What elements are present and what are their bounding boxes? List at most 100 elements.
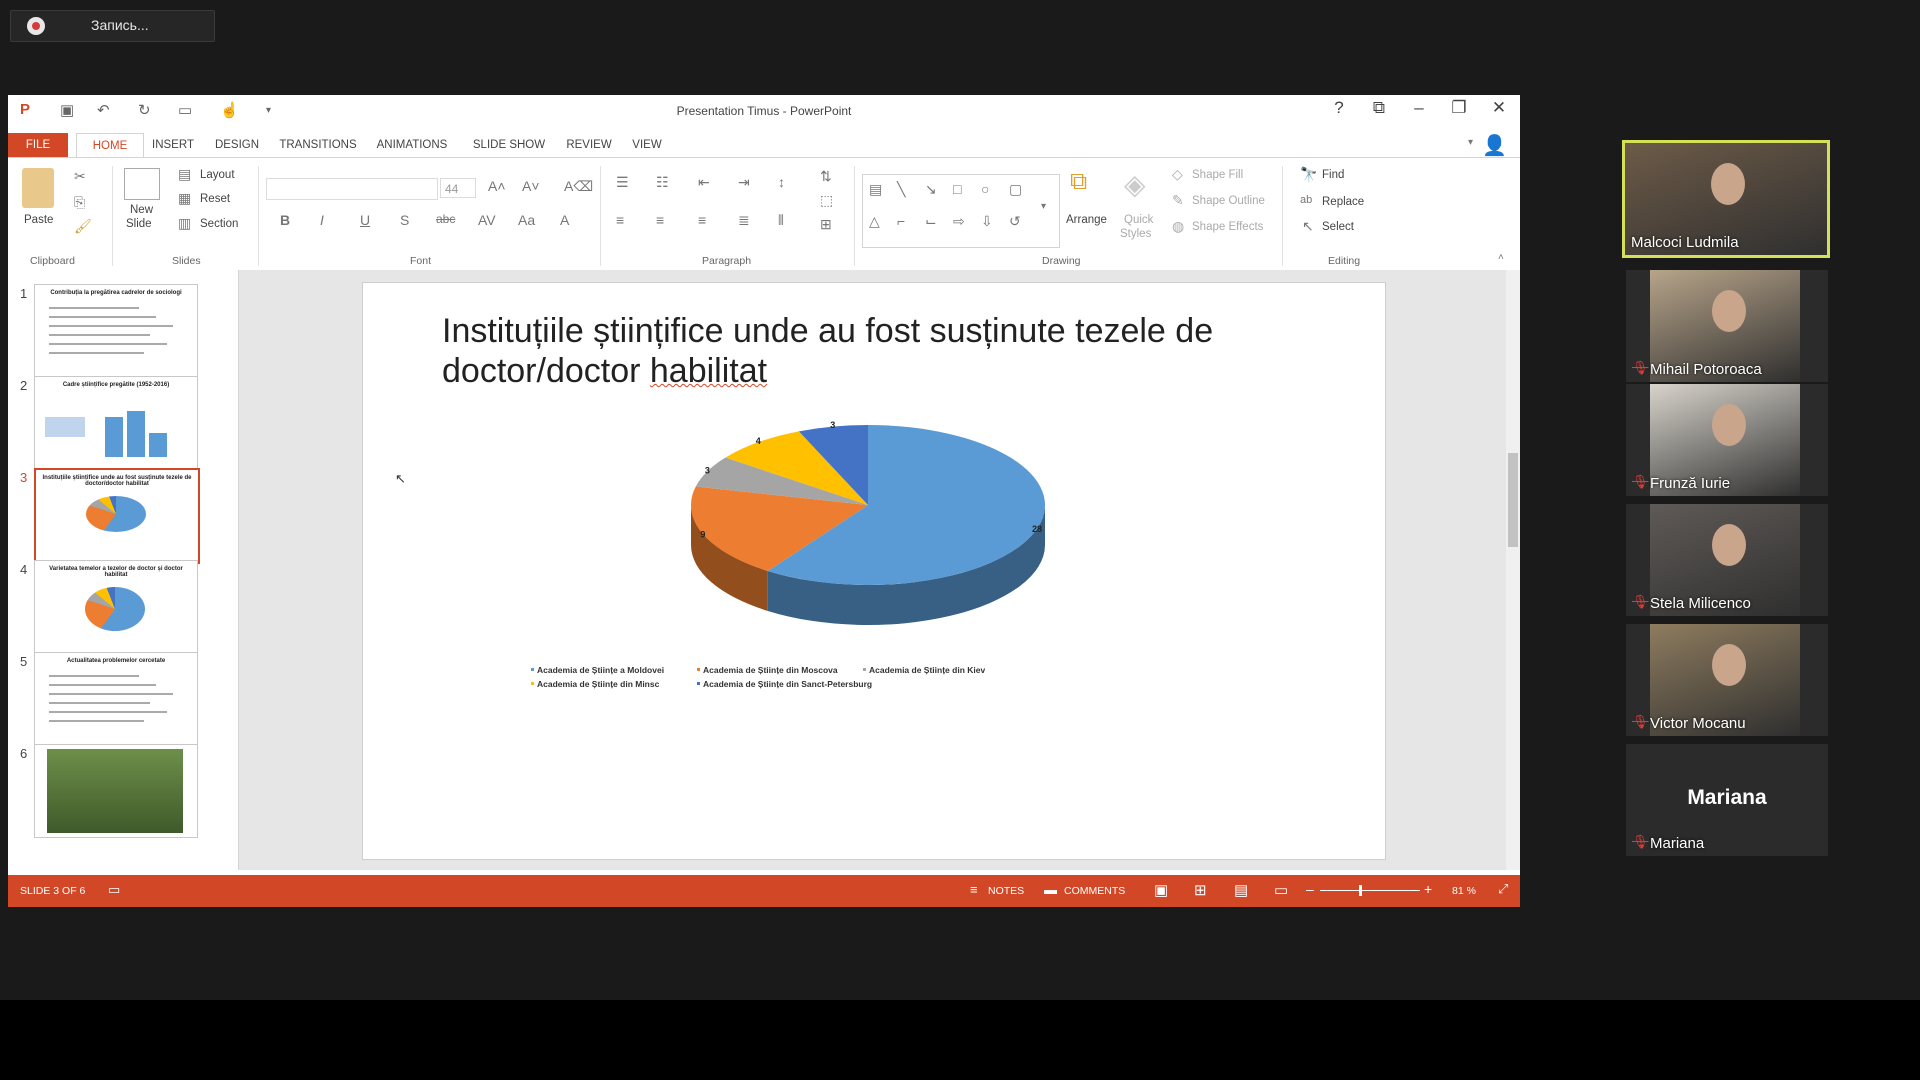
slide-thumbnail[interactable]: Varietatea temelor a tezelor de doctor ș… bbox=[34, 560, 198, 654]
new-slide-label-2[interactable]: Slide bbox=[126, 218, 152, 230]
shape-outline-icon[interactable]: ✎ bbox=[1172, 192, 1184, 209]
participant-tile[interactable]: Mariana 🎙 Mariana bbox=[1626, 744, 1828, 856]
slide-thumbnail[interactable]: Actualitatea problemelor cercetate bbox=[34, 652, 198, 746]
underline-icon[interactable]: U bbox=[360, 212, 370, 228]
columns-icon[interactable]: ⫴ bbox=[778, 212, 784, 229]
replace-button[interactable]: Replace bbox=[1322, 196, 1364, 208]
shape-effects-icon[interactable]: ◍ bbox=[1172, 218, 1184, 235]
layout-icon[interactable]: ▤ bbox=[178, 166, 191, 183]
recording-indicator[interactable]: Запись... bbox=[10, 10, 215, 42]
zoom-in-icon[interactable]: + bbox=[1424, 881, 1432, 897]
section-icon[interactable]: ▥ bbox=[178, 215, 191, 232]
increase-font-icon[interactable]: A˄ bbox=[488, 178, 506, 194]
slide-thumbnail[interactable]: Contribuția la pregătirea cadrelor de so… bbox=[34, 284, 198, 378]
shape-fill-button[interactable]: Shape Fill bbox=[1192, 169, 1243, 181]
help-icon[interactable]: ? bbox=[1324, 98, 1354, 118]
slide-sorter-icon[interactable]: ⊞ bbox=[1194, 881, 1207, 899]
clear-formatting-icon[interactable]: A⌫ bbox=[564, 178, 593, 195]
participant-tile[interactable]: 🎙 Frunză Iurie bbox=[1626, 384, 1828, 496]
slideshow-view-icon[interactable]: ▭ bbox=[1274, 881, 1288, 899]
align-text-icon[interactable]: ⬚ bbox=[820, 192, 833, 209]
participant-tile[interactable]: 🎙 Mihail Potoroaca bbox=[1626, 270, 1828, 382]
account-avatar-icon[interactable]: 👤 bbox=[1482, 133, 1507, 158]
more-shapes-icon[interactable]: ▾ bbox=[1041, 201, 1046, 212]
elbow-connector-shape-icon[interactable]: ⌙ bbox=[925, 213, 937, 230]
scrollbar-thumb[interactable] bbox=[1508, 453, 1518, 547]
tab-home[interactable]: HOME bbox=[76, 133, 144, 159]
comments-button[interactable]: COMMENTS bbox=[1064, 885, 1125, 897]
fit-to-window-icon[interactable]: ⤢ bbox=[1498, 881, 1508, 897]
quick-styles-label[interactable]: Quick bbox=[1124, 214, 1153, 226]
find-icon[interactable]: 🔭 bbox=[1300, 166, 1317, 183]
slide-thumbnail[interactable]: Cadre științifice pregătite (1952-2016) bbox=[34, 376, 198, 470]
ribbon-display-options-icon[interactable]: ⧉ bbox=[1364, 98, 1394, 118]
tab-insert[interactable]: INSERT bbox=[144, 133, 202, 157]
zoom-level[interactable]: 81 % bbox=[1452, 885, 1476, 897]
shape-effects-button[interactable]: Shape Effects bbox=[1192, 221, 1263, 233]
character-spacing-icon[interactable]: AV bbox=[478, 212, 496, 228]
decrease-indent-icon[interactable]: ⇤ bbox=[698, 174, 710, 191]
select-icon[interactable]: ↖ bbox=[1302, 218, 1314, 235]
notes-button[interactable]: NOTES bbox=[988, 885, 1024, 897]
right-arrow-shape-icon[interactable]: ⇨ bbox=[953, 213, 965, 230]
textbox-shape-icon[interactable]: ▤ bbox=[869, 181, 882, 198]
reading-view-icon[interactable]: ▤ bbox=[1234, 881, 1248, 899]
font-color-icon[interactable]: A bbox=[560, 212, 569, 228]
slide-canvas[interactable]: Instituțiile științifice unde au fost su… bbox=[362, 282, 1386, 860]
new-slide-icon[interactable] bbox=[124, 168, 160, 200]
triangle-shape-icon[interactable]: △ bbox=[869, 213, 880, 230]
section-button[interactable]: Section bbox=[200, 218, 238, 230]
arrow-line-shape-icon[interactable]: ↘ bbox=[925, 181, 937, 198]
restore-icon[interactable]: ❐ bbox=[1444, 98, 1474, 118]
reset-button[interactable]: Reset bbox=[200, 193, 230, 205]
normal-view-icon[interactable]: ▣ bbox=[1154, 881, 1168, 899]
shapes-gallery[interactable]: ▤ ╲ ↘ □ ○ ▢ △ ⌐ ⌙ ⇨ ⇩ ↺ ▾ bbox=[862, 174, 1060, 248]
replace-icon[interactable]: ab bbox=[1300, 194, 1312, 206]
arrange-button[interactable]: Arrange bbox=[1066, 214, 1107, 226]
connector-shape-icon[interactable]: ⌐ bbox=[897, 213, 905, 229]
align-left-icon[interactable]: ≡ bbox=[616, 212, 624, 228]
spelling-check-icon[interactable]: ▭ bbox=[108, 882, 120, 898]
participant-tile[interactable]: 🎙 Stela Milicenco bbox=[1626, 504, 1828, 616]
strikethrough-icon[interactable]: abc bbox=[436, 212, 455, 226]
select-button[interactable]: Select bbox=[1322, 221, 1354, 233]
tab-review[interactable]: REVIEW bbox=[560, 133, 618, 157]
zoom-slider[interactable] bbox=[1320, 890, 1420, 891]
tab-slide-show[interactable]: SLIDE SHOW bbox=[464, 133, 554, 157]
increase-indent-icon[interactable]: ⇥ bbox=[738, 174, 750, 191]
rounded-rectangle-shape-icon[interactable]: ▢ bbox=[1009, 181, 1022, 198]
quick-styles-label-2[interactable]: Styles bbox=[1120, 228, 1151, 240]
cut-icon[interactable]: ✂ bbox=[74, 168, 86, 185]
quick-styles-icon[interactable]: ◈ bbox=[1124, 168, 1146, 201]
align-right-icon[interactable]: ≡ bbox=[698, 212, 706, 228]
decrease-font-icon[interactable]: A˅ bbox=[522, 178, 540, 194]
bullets-icon[interactable]: ☰ bbox=[616, 174, 629, 191]
tab-file[interactable]: FILE bbox=[8, 133, 68, 157]
participant-tile[interactable]: Malcoci Ludmila bbox=[1622, 140, 1830, 258]
vertical-scrollbar[interactable] bbox=[1506, 270, 1520, 870]
ribbon-collapse-arrow-icon[interactable]: ▾ bbox=[1468, 137, 1473, 148]
minimize-icon[interactable]: – bbox=[1404, 98, 1434, 118]
reset-icon[interactable]: ▦ bbox=[178, 190, 191, 207]
find-button[interactable]: Find bbox=[1322, 169, 1344, 181]
slide-thumbnail[interactable] bbox=[34, 744, 198, 838]
tab-design[interactable]: DESIGN bbox=[206, 133, 268, 157]
text-direction-icon[interactable]: ⇅ bbox=[820, 168, 832, 185]
font-size-input[interactable]: 44 bbox=[440, 178, 476, 198]
rectangle-shape-icon[interactable]: □ bbox=[953, 181, 961, 197]
text-shadow-icon[interactable]: S bbox=[400, 212, 409, 228]
smartart-icon[interactable]: ⊞ bbox=[820, 216, 832, 233]
tab-transitions[interactable]: TRANSITIONS bbox=[272, 133, 364, 157]
slide-thumbnail-pane[interactable]: 1 Contribuția la pregătirea cadrelor de s… bbox=[8, 270, 239, 870]
collapse-ribbon-icon[interactable]: ˄ bbox=[1498, 252, 1504, 263]
slide-thumbnail[interactable]: Instituțiile științifice unde au fost su… bbox=[34, 468, 200, 564]
close-icon[interactable]: ✕ bbox=[1484, 98, 1514, 118]
italic-icon[interactable]: I bbox=[320, 212, 324, 228]
zoom-slider-handle[interactable] bbox=[1358, 885, 1362, 896]
layout-button[interactable]: Layout bbox=[200, 169, 235, 181]
new-slide-label[interactable]: New bbox=[130, 204, 153, 216]
arrange-icon[interactable]: ⧉ bbox=[1070, 168, 1087, 196]
numbering-icon[interactable]: ☷ bbox=[656, 174, 669, 191]
down-arrow-shape-icon[interactable]: ⇩ bbox=[981, 213, 993, 230]
format-painter-icon[interactable]: 🖌 bbox=[74, 218, 92, 235]
